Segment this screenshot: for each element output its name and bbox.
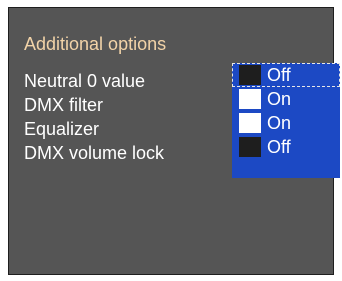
toggle-on-indicator-icon [239,89,261,109]
option-label-dmx-volume-lock: DMX volume lock [24,143,165,163]
option-value: Off [267,65,291,85]
option-value: Off [267,137,291,157]
toggle-off-indicator-icon [239,137,261,157]
options-panel: Additional options Neutral 0 value DMX f… [8,7,340,275]
option-toggle-neutral-0-value[interactable]: Off [232,63,340,87]
toggle-off-indicator-icon [239,65,261,85]
menu-title: Additional options [24,34,167,54]
option-label-equalizer: Equalizer [24,119,100,139]
option-values-column: Off On On Off [232,63,340,178]
option-toggle-equalizer[interactable]: On [232,111,340,135]
option-toggle-dmx-volume-lock[interactable]: Off [232,135,340,159]
toggle-on-indicator-icon [239,113,261,133]
option-toggle-dmx-filter[interactable]: On [232,87,340,111]
option-value: On [267,113,292,133]
option-label-dmx-filter: DMX filter [24,95,104,115]
option-label-neutral-0-value: Neutral 0 value [24,71,146,91]
option-value: On [267,89,292,109]
